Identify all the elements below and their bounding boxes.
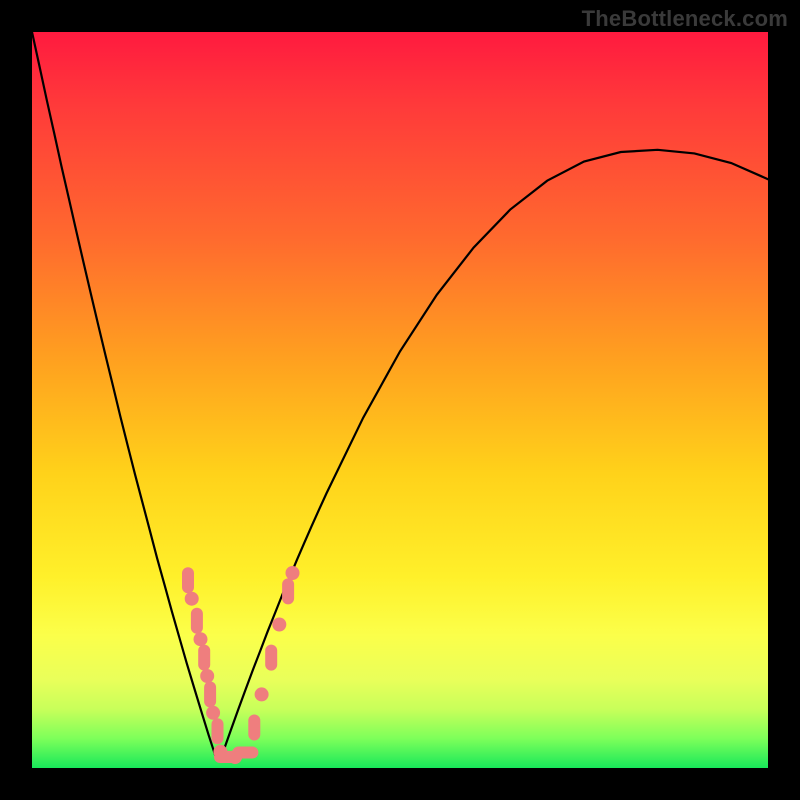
curve-marker-capsule <box>182 567 194 593</box>
curve-marker-capsule <box>265 645 277 671</box>
curve-marker-capsule <box>248 715 260 741</box>
curve-marker-capsule <box>204 681 216 707</box>
curve-marker-dot <box>206 706 220 720</box>
bottleneck-curve <box>32 32 768 758</box>
curve-marker-dot <box>286 566 300 580</box>
chart-plot-area <box>32 32 768 768</box>
curve-marker-dot <box>255 687 269 701</box>
curve-marker-capsule <box>212 718 224 744</box>
chart-overlay <box>32 32 768 768</box>
watermark-label: TheBottleneck.com <box>582 6 788 32</box>
curve-marker-dot <box>272 618 286 632</box>
curve-marker-capsule <box>191 608 203 634</box>
curve-marker-dot <box>194 632 208 646</box>
chart-frame: TheBottleneck.com <box>0 0 800 800</box>
curve-marker-capsule <box>232 747 258 759</box>
curve-marker-dot <box>185 592 199 606</box>
curve-marker-capsule <box>198 645 210 671</box>
curve-marker-capsule <box>282 578 294 604</box>
curve-marker-dot <box>200 669 214 683</box>
